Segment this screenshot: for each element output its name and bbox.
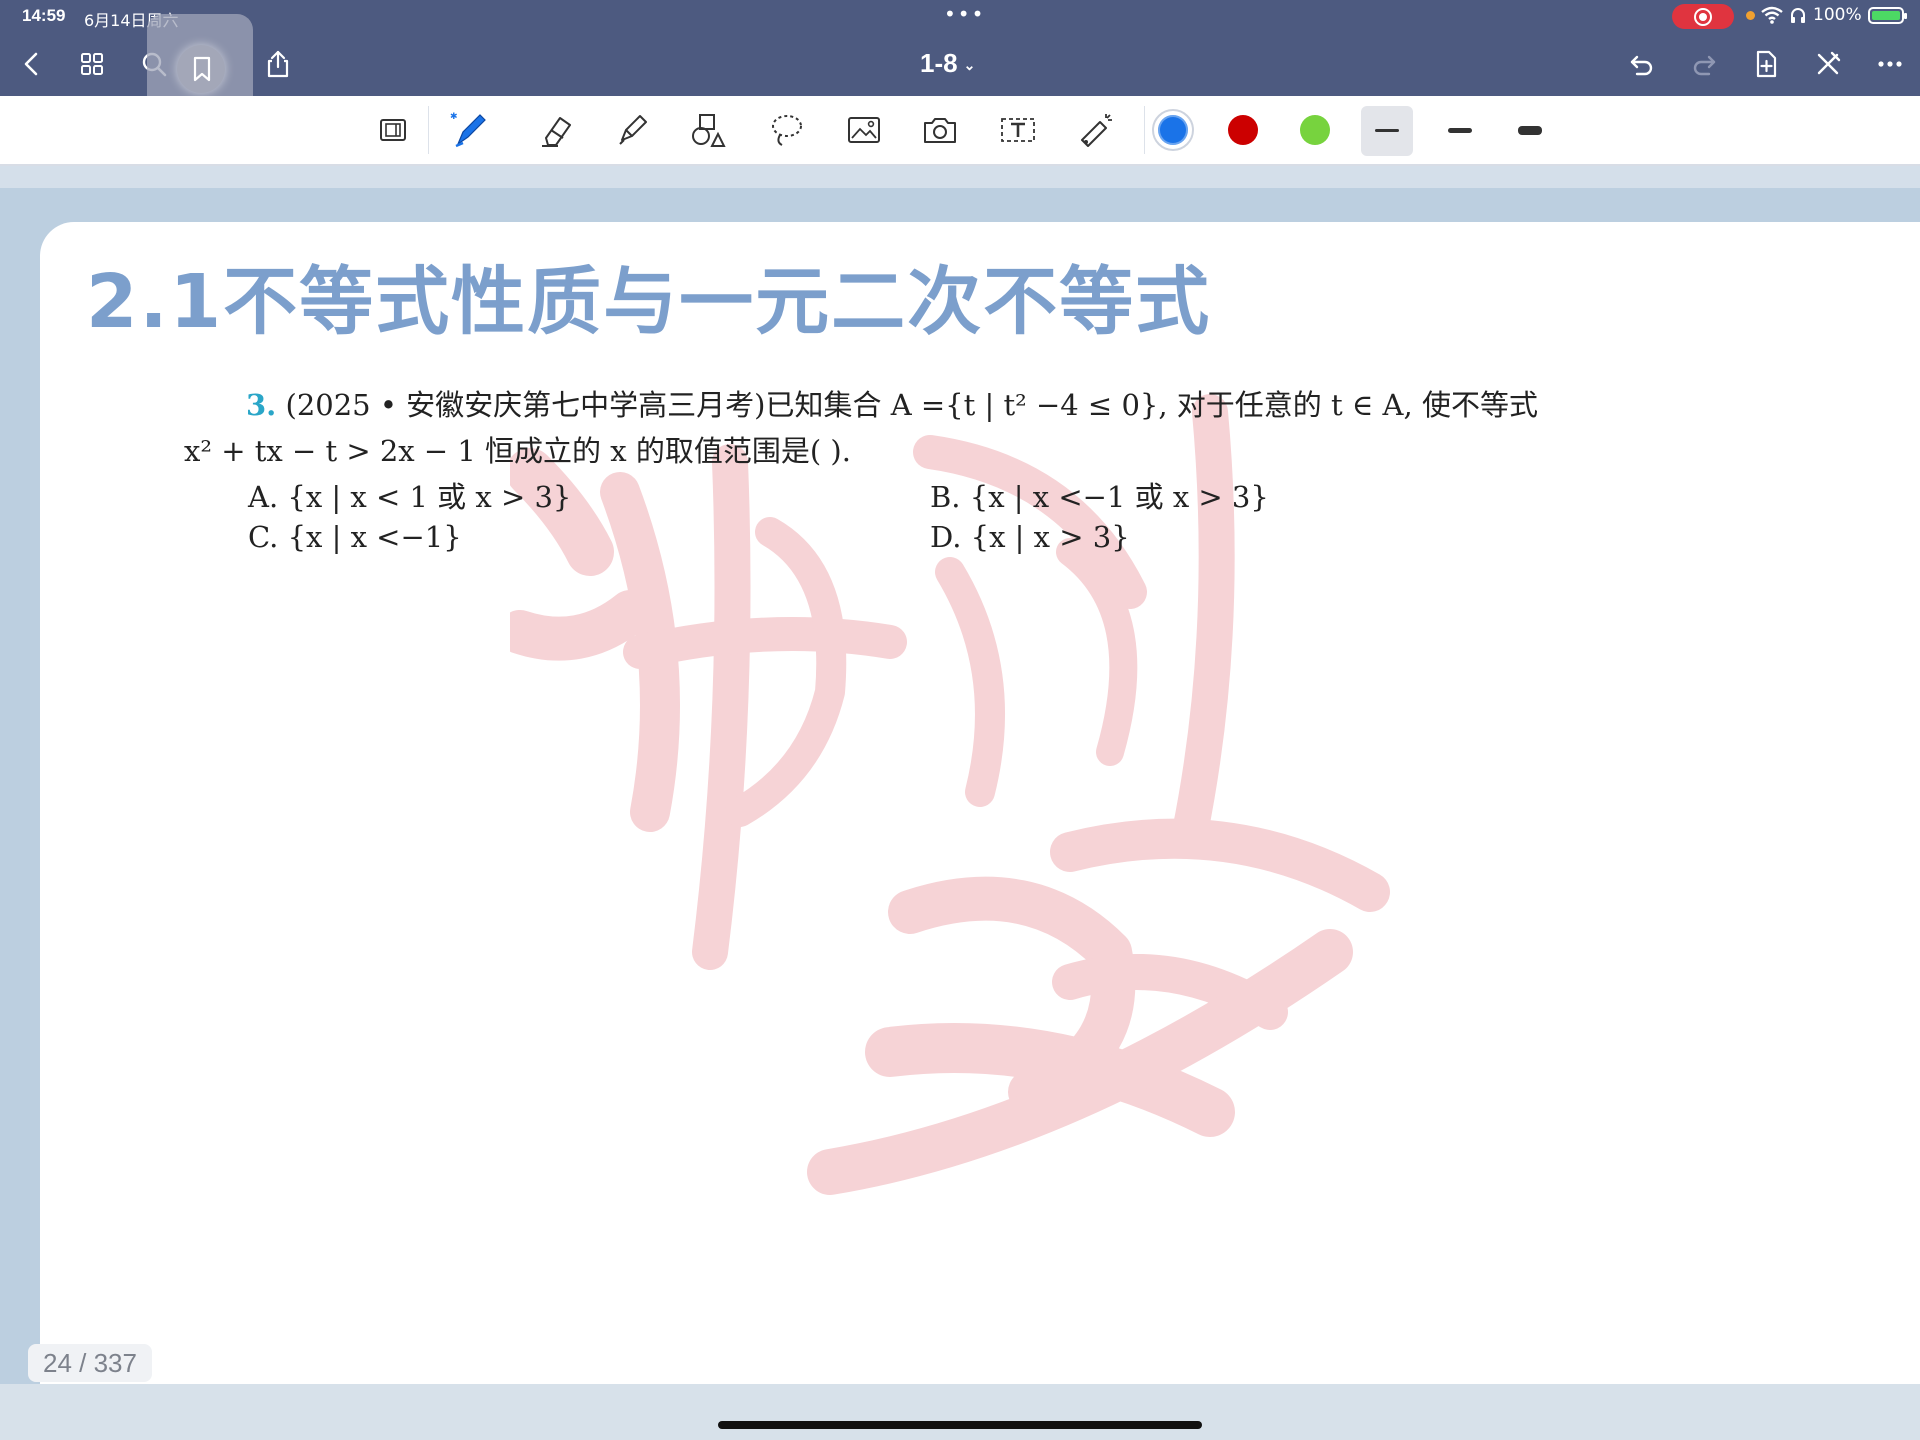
- question-number: 3.: [246, 388, 277, 422]
- section-heading: 2.1不等式性质与一元二次不等式: [86, 259, 1212, 345]
- shapes-icon[interactable]: [684, 106, 732, 154]
- image-icon[interactable]: [840, 106, 888, 154]
- battery-percent: 100%: [1813, 5, 1862, 25]
- back-icon[interactable]: [12, 44, 52, 84]
- home-indicator[interactable]: [718, 1421, 1202, 1429]
- option-c-label: C.: [248, 520, 279, 554]
- color-red-swatch[interactable]: [1228, 115, 1258, 145]
- document-page[interactable]: 2.1不等式性质与一元二次不等式 3. (2025 • 安徽安庆第七中学高三月考…: [40, 222, 1920, 1384]
- lasso-icon[interactable]: [762, 106, 810, 154]
- question-line-2: x² + tx − t > 2x − 1 恒成立的 x 的取值范围是( ).: [184, 434, 851, 468]
- color-green-swatch[interactable]: [1300, 115, 1330, 145]
- redo-icon[interactable]: [1684, 44, 1724, 84]
- status-time: 14:59: [22, 6, 66, 25]
- document-title[interactable]: 1-8 ⌄: [920, 48, 975, 79]
- toolbar-separator: [428, 106, 429, 154]
- drawing-toolbar: ✱: [0, 96, 1920, 166]
- camera-icon[interactable]: [916, 106, 964, 154]
- grid-icon[interactable]: [72, 44, 112, 84]
- option-c-text: {x | x <−1}: [287, 520, 462, 554]
- battery-charging-icon: [1867, 6, 1907, 24]
- question-stem-line1: (2025 • 安徽安庆第七中学高三月考)已知集合 A ={t | t² −4 …: [285, 388, 1538, 422]
- svg-text:✱: ✱: [450, 112, 458, 122]
- stroke-thick-option[interactable]: [1518, 126, 1542, 135]
- page-layout-icon[interactable]: [370, 106, 418, 154]
- multitask-dots[interactable]: •••: [944, 2, 985, 26]
- option-a-label: A.: [248, 480, 279, 514]
- pen-icon[interactable]: ✱: [446, 106, 494, 154]
- option-b-text: {x | x <−1 或 x > 3}: [969, 480, 1269, 514]
- text-box-icon[interactable]: [994, 106, 1042, 154]
- highlighter-icon[interactable]: [608, 106, 656, 154]
- add-page-icon[interactable]: [1746, 44, 1786, 84]
- option-d-text: {x | x > 3}: [970, 520, 1130, 554]
- screen-record-icon[interactable]: [1672, 4, 1734, 29]
- bookmark-icon[interactable]: [187, 54, 217, 84]
- option-c[interactable]: C. {x | x <−1}: [248, 520, 462, 554]
- option-a-text: {x | x < 1 或 x > 3}: [287, 480, 572, 514]
- option-b[interactable]: B. {x | x <−1 或 x > 3}: [930, 474, 1269, 516]
- bottom-band: [0, 1384, 1920, 1440]
- chevron-down-icon: ⌄: [963, 56, 976, 73]
- share-icon[interactable]: [258, 44, 298, 84]
- eraser-icon[interactable]: [532, 106, 580, 154]
- close-edit-icon[interactable]: [1808, 44, 1848, 84]
- stroke-thin-icon: [1375, 129, 1399, 132]
- stroke-medium-option[interactable]: [1448, 128, 1472, 133]
- top-nav-bar: 1-8 ⌄: [0, 14, 1920, 120]
- option-b-label: B.: [930, 480, 961, 514]
- wifi-icon: [1761, 6, 1783, 24]
- mic-indicator-icon: [1746, 10, 1755, 20]
- laser-pointer-icon[interactable]: [1072, 106, 1120, 154]
- option-a[interactable]: A. {x | x < 1 或 x > 3}: [248, 474, 571, 516]
- toolbar-separator: [1144, 106, 1145, 154]
- color-blue-swatch[interactable]: [1158, 115, 1188, 145]
- document-title-text: 1-8: [920, 48, 958, 78]
- option-d[interactable]: D. {x | x > 3}: [930, 520, 1130, 554]
- undo-icon[interactable]: [1622, 44, 1662, 84]
- option-d-label: D.: [930, 520, 962, 554]
- question-line-1: 3. (2025 • 安徽安庆第七中学高三月考)已知集合 A ={t | t² …: [246, 382, 1538, 424]
- page-top-strip: [0, 166, 1920, 188]
- headphones-icon: [1791, 8, 1805, 23]
- more-icon[interactable]: [1870, 44, 1910, 84]
- page-indicator[interactable]: 24 / 337: [28, 1344, 152, 1382]
- status-bar: 14:59 6月14日周六 ••• 100%: [0, 0, 1920, 34]
